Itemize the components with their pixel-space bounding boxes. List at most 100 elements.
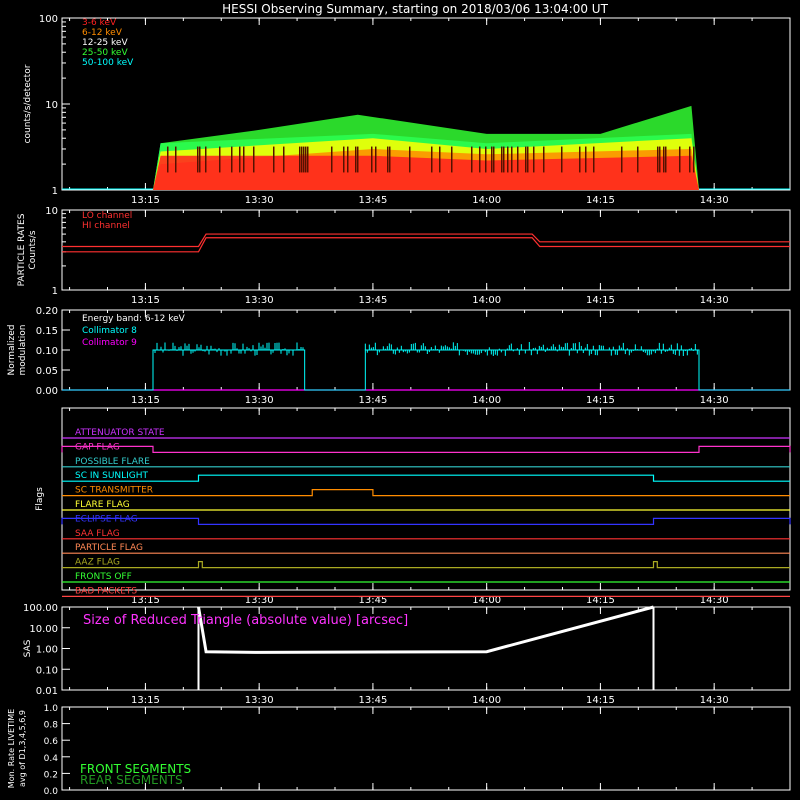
flag-line — [62, 561, 790, 569]
legend-LO channel: LO channel — [82, 211, 132, 221]
legend-collimator-9: Collimator 9 — [82, 338, 137, 348]
data-stripe — [485, 146, 487, 173]
data-stripe — [305, 146, 307, 173]
data-stripe — [593, 146, 595, 173]
data-stripe — [301, 146, 303, 173]
data-stripe — [375, 146, 377, 173]
hessi-summary: HESSI Observing Summary, starting on 201… — [0, 0, 800, 800]
data-stripe — [689, 146, 691, 173]
data-stripe — [511, 146, 513, 173]
x-tick-label: 13:15 — [131, 695, 160, 706]
data-stripe — [219, 146, 221, 173]
x-tick-label: 14:00 — [472, 195, 501, 206]
flag-label: ECLIPSE FLAG — [75, 514, 138, 524]
data-stripe — [585, 146, 587, 173]
data-stripe — [491, 146, 493, 173]
data-stripe — [197, 146, 199, 173]
y-tick-label: 0.10 — [36, 346, 58, 357]
x-tick-label: 13:30 — [245, 295, 274, 306]
x-tick-label: 14:30 — [700, 195, 729, 206]
y-tick-label: 100 — [39, 14, 58, 25]
data-stripe — [387, 146, 389, 173]
legend-HI channel: HI channel — [82, 221, 130, 231]
y-tick-label: 1 — [52, 186, 58, 197]
y-tick-label: 0.0 — [44, 787, 59, 797]
y-axis-label-line1: Normalized — [7, 324, 17, 375]
data-stripe — [693, 146, 695, 173]
x-tick-label: 14:15 — [586, 195, 615, 206]
x-tick-label: 13:30 — [245, 195, 274, 206]
flag-label: FLARE FLAG — [75, 500, 130, 510]
y-tick-label: 1.00 — [36, 645, 58, 656]
y-axis-label: Flags — [35, 487, 45, 511]
data-stripe — [439, 146, 441, 173]
y-axis-label-line2: avg of D1,3,4,5,6,9 — [18, 710, 27, 787]
y-axis-label-line1: Mon. Rate LIVETIME — [7, 709, 16, 788]
flag-label: AAZ FLAG — [75, 558, 120, 568]
legend-rear-segments: REAR SEGMENTS — [80, 773, 183, 787]
y-tick-label: 0.4 — [44, 754, 59, 764]
legend-energy-band: Energy band: 6-12 keV — [82, 314, 186, 324]
data-stripe — [579, 146, 581, 173]
y-axis-label: SAS — [23, 639, 33, 657]
x-tick-label: 14:15 — [586, 295, 615, 306]
data-stripe — [307, 146, 309, 173]
data-stripe — [561, 146, 563, 173]
series-line-Collimator 8 — [62, 349, 790, 391]
flag-label: POSSIBLE FLARE — [75, 457, 150, 467]
data-stripe — [409, 146, 411, 173]
panel-frame-3 — [61, 407, 791, 591]
series-line-HI channel — [62, 237, 790, 253]
y-tick-label: 0.15 — [36, 326, 58, 337]
data-stripe — [175, 146, 177, 173]
y-axis-label-line1: PARTICLE RATES — [17, 213, 27, 286]
data-stripe — [527, 146, 529, 173]
y-tick-label: 0.20 — [36, 306, 58, 317]
data-stripe — [679, 146, 681, 173]
data-stripe — [389, 146, 391, 173]
y-tick-label: 10 — [45, 100, 58, 111]
x-tick-label: 14:15 — [586, 695, 615, 706]
data-stripe — [273, 146, 275, 173]
data-stripe — [659, 146, 661, 173]
data-stripe — [525, 146, 527, 173]
data-stripe — [507, 146, 509, 173]
flag-line — [62, 489, 790, 497]
flag-line — [61, 445, 791, 453]
data-stripe — [283, 146, 285, 173]
data-stripe — [665, 146, 667, 173]
panel-frame-1 — [61, 209, 791, 291]
x-tick-label: 13:45 — [359, 395, 388, 406]
data-stripe — [355, 146, 357, 173]
x-tick-label: 13:15 — [131, 195, 160, 206]
data-stripe — [253, 146, 255, 173]
y-tick-label: 10 — [45, 206, 58, 217]
y-tick-label: 10.00 — [29, 624, 58, 635]
data-stripe — [205, 146, 207, 173]
data-stripe — [621, 146, 623, 173]
legend-50-100 keV: 50-100 keV — [82, 58, 134, 68]
flag-label: GAP FLAG — [75, 442, 120, 452]
x-tick-label: 13:45 — [359, 695, 388, 706]
y-tick-label: 0.2 — [44, 770, 58, 780]
data-stripe — [347, 146, 349, 173]
data-stripe — [493, 146, 495, 173]
data-stripe — [331, 146, 333, 173]
chart-canvas: HESSI Observing Summary, starting on 201… — [7, 2, 791, 797]
data-stripe — [479, 146, 481, 173]
legend-3-6 keV: 3-6 keV — [82, 18, 117, 28]
flag-label: FRONTS OFF — [75, 572, 132, 582]
data-stripe — [471, 146, 473, 173]
data-stripe — [517, 146, 519, 173]
data-stripe — [343, 146, 345, 173]
data-stripe — [533, 146, 535, 173]
y-axis-label-line2: Counts/s — [28, 230, 38, 269]
x-tick-label: 13:45 — [359, 195, 388, 206]
data-stripe — [451, 146, 453, 173]
data-stripe — [231, 146, 233, 173]
data-stripe — [167, 146, 169, 173]
data-stripe — [243, 146, 245, 173]
flag-label: ATTENUATOR STATE — [75, 428, 165, 438]
y-tick-label: 0.05 — [36, 366, 58, 377]
flag-line — [62, 474, 790, 482]
